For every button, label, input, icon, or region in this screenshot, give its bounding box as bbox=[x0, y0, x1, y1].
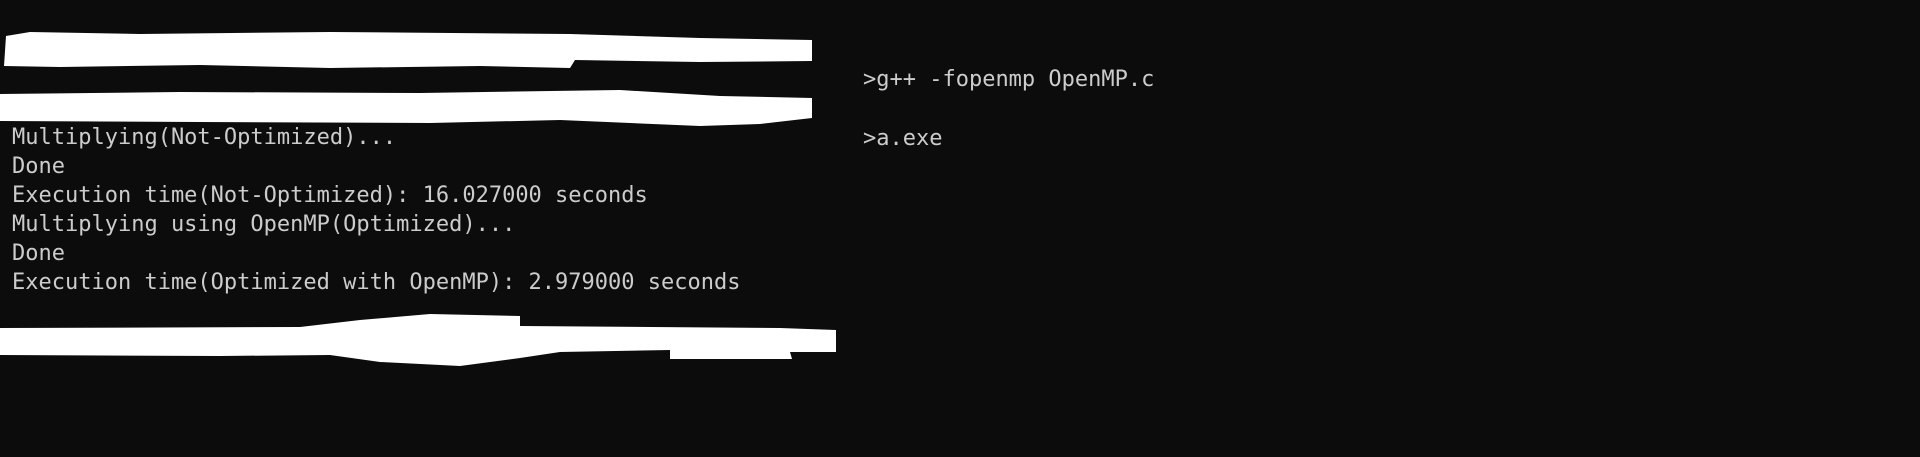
redacted-current-prompt bbox=[0, 314, 836, 366]
prompt-separator: > bbox=[862, 126, 877, 151]
command-text: a.exe bbox=[876, 126, 943, 151]
command-text: g++ -fopenmp OpenMP.c bbox=[876, 67, 1155, 92]
output-line-1: Multiplying(Not-Optimized)... bbox=[12, 125, 397, 150]
prompt-line-2: >a.exe bbox=[810, 95, 942, 151]
redacted-path-2 bbox=[0, 90, 812, 126]
output-line-4: Multiplying using OpenMP(Optimized)... bbox=[12, 212, 516, 237]
terminal-window[interactable]: >g++ -fopenmp OpenMP.c >a.exe Multiplyin… bbox=[0, 0, 1920, 457]
prompt-line-1: >g++ -fopenmp OpenMP.c bbox=[810, 36, 1154, 92]
redacted-path-1 bbox=[4, 32, 812, 68]
output-line-5: Done bbox=[12, 241, 65, 266]
prompt-separator: > bbox=[862, 67, 877, 92]
output-line-3: Execution time(Not-Optimized): 16.027000… bbox=[12, 183, 648, 208]
output-line-6: Execution time(Optimized with OpenMP): 2… bbox=[12, 270, 741, 295]
output-line-2: Done bbox=[12, 154, 65, 179]
